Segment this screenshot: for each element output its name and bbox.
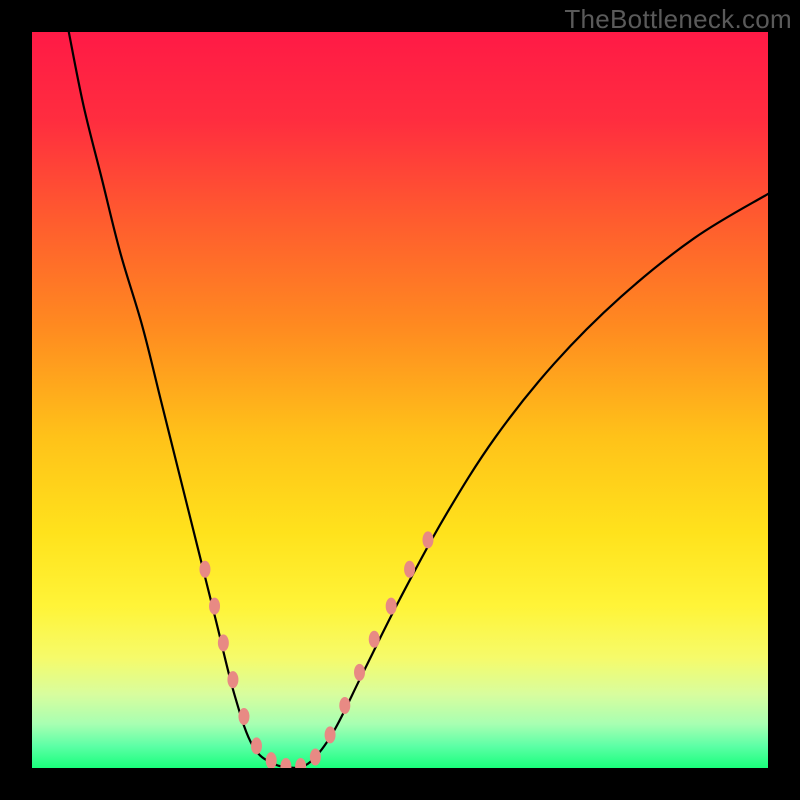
- marker-point: [251, 737, 262, 754]
- plot-area: [32, 32, 768, 768]
- marker-point: [199, 561, 210, 578]
- marker-point: [386, 598, 397, 615]
- marker-point: [339, 697, 350, 714]
- marker-point: [218, 634, 229, 651]
- marker-point: [209, 598, 220, 615]
- curve-right-curve: [297, 194, 768, 768]
- watermark-text: TheBottleneck.com: [564, 4, 792, 35]
- curve-layer: [32, 32, 768, 768]
- marker-point: [404, 561, 415, 578]
- marker-point: [369, 631, 380, 648]
- marker-point: [227, 671, 238, 688]
- marker-point: [238, 708, 249, 725]
- marker-point: [325, 726, 336, 743]
- curve-left-curve: [69, 32, 297, 768]
- marker-point: [280, 758, 291, 768]
- marker-point: [354, 664, 365, 681]
- marker-point: [310, 748, 321, 765]
- series-group: [69, 32, 768, 768]
- chart-container: TheBottleneck.com: [0, 0, 800, 800]
- marker-group: [199, 531, 433, 768]
- marker-point: [266, 752, 277, 768]
- marker-point: [422, 531, 433, 548]
- marker-point: [295, 758, 306, 768]
